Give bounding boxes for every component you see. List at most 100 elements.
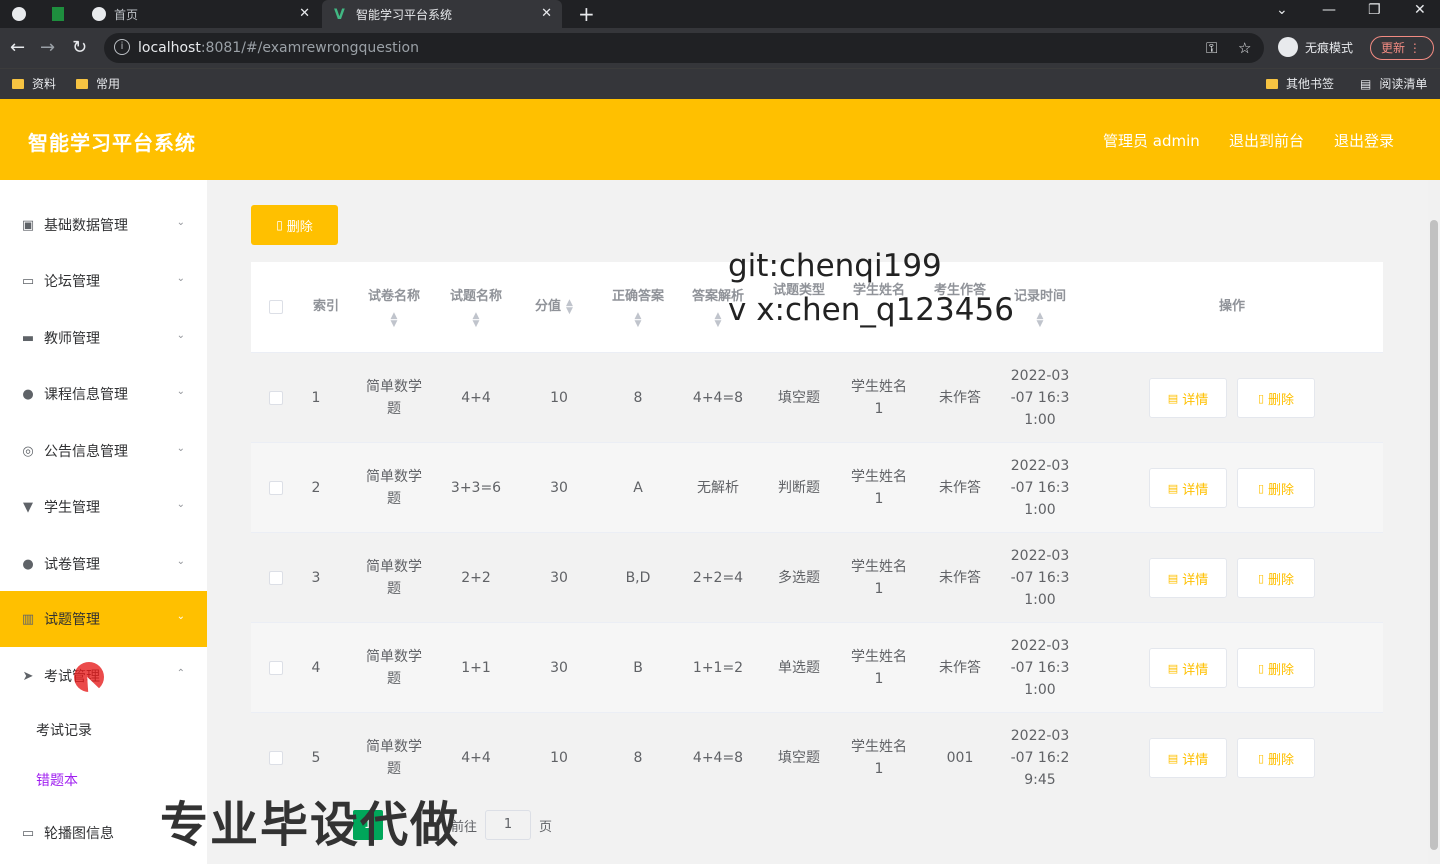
bookmark-folder[interactable]: 常用 bbox=[76, 75, 120, 92]
cell-analysis: 4+4=8 bbox=[692, 390, 744, 406]
th-answer[interactable]: 正确答案 ▲ ▼ bbox=[598, 262, 678, 352]
page-scrollbar[interactable] bbox=[1428, 180, 1440, 864]
cell-answer: 8 bbox=[633, 390, 643, 406]
cell-student: 学生姓名1 bbox=[851, 469, 907, 507]
close-tab-icon[interactable]: ✕ bbox=[299, 6, 310, 21]
delete-button[interactable]: ▯ 删除 bbox=[1237, 738, 1315, 778]
row-checkbox[interactable] bbox=[269, 751, 283, 765]
url-text[interactable]: localhost:8081/#/examrewrongquestion bbox=[138, 40, 419, 56]
bookmark-folder[interactable]: 资料 bbox=[12, 75, 56, 92]
table-row: 4 简单数学题 1+1 30 B 1+1=2 单选题 学生姓名1 未作答 202… bbox=[251, 622, 1383, 712]
image-icon: ▭ bbox=[21, 825, 35, 841]
tab-app[interactable]: V 智能学习平台系统 ✕ bbox=[322, 0, 562, 28]
sidebar-item-questions[interactable]: ▥ 试题管理 ⌄ bbox=[0, 591, 207, 647]
sort-icon: ▲ ▼ bbox=[390, 311, 398, 329]
reload-icon[interactable]: ↻ bbox=[72, 37, 87, 58]
delete-button[interactable]: ▯ 删除 bbox=[1237, 378, 1315, 418]
key-icon[interactable]: ⚿ bbox=[1206, 39, 1217, 57]
batch-delete-button[interactable]: ▯ 删除 bbox=[251, 205, 338, 245]
cell-analysis: 1+1=2 bbox=[692, 660, 744, 676]
folder-icon bbox=[76, 78, 88, 89]
cell-score: 10 bbox=[550, 390, 568, 406]
incognito-indicator[interactable]: 无痕模式 bbox=[1278, 37, 1353, 57]
tab-app-label: 智能学习平台系统 bbox=[356, 7, 453, 22]
pagination: 1 前往 1 页 bbox=[353, 810, 552, 840]
cell-response: 001 bbox=[946, 750, 974, 766]
document-icon: ▤ bbox=[1167, 571, 1179, 585]
browser-menu-icon[interactable] bbox=[0, 0, 40, 28]
cell-time: 2022-03-07 16:31:00 bbox=[1010, 368, 1070, 428]
tab-home[interactable]: 首页 ✕ bbox=[80, 0, 320, 28]
cell-student: 学生姓名1 bbox=[851, 649, 907, 687]
th-index: 索引 bbox=[312, 299, 339, 314]
row-checkbox[interactable] bbox=[269, 571, 283, 585]
sidebar-item-notices[interactable]: ◎ 公告信息管理 ⌄ bbox=[0, 423, 207, 479]
folder-icon bbox=[12, 78, 24, 89]
detail-button[interactable]: ▤ 详情 bbox=[1149, 738, 1227, 778]
sort-icon: ▲ ▼ bbox=[634, 311, 642, 329]
forward-icon[interactable]: → bbox=[40, 37, 55, 58]
new-tab-button[interactable]: + bbox=[578, 2, 595, 26]
row-checkbox[interactable] bbox=[269, 481, 283, 495]
trash-icon: ▯ bbox=[1257, 661, 1265, 675]
info-icon[interactable]: i bbox=[114, 39, 130, 55]
select-all-checkbox[interactable] bbox=[269, 300, 283, 314]
document-icon: ▤ bbox=[1167, 481, 1179, 495]
cell-student: 学生姓名1 bbox=[851, 739, 907, 777]
user-icon: ● bbox=[22, 386, 34, 402]
cell-response: 未作答 bbox=[939, 570, 981, 586]
detail-button[interactable]: ▤ 详情 bbox=[1149, 468, 1227, 508]
trash-icon: ▯ bbox=[276, 218, 283, 232]
reading-list[interactable]: ▤ 阅读清单 bbox=[1360, 75, 1427, 92]
delete-button[interactable]: ▯ 删除 bbox=[1237, 468, 1315, 508]
th-question[interactable]: 试题名称 ▲ ▼ bbox=[436, 262, 516, 352]
incognito-label: 无痕模式 bbox=[1305, 40, 1354, 55]
other-bookmarks[interactable]: 其他书签 bbox=[1266, 75, 1334, 92]
sub-item-wrong-questions[interactable]: 错题本 bbox=[36, 770, 78, 790]
detail-button[interactable]: ▤ 详情 bbox=[1149, 558, 1227, 598]
address-bar[interactable]: i localhost:8081/#/examrewrongquestion ⚿… bbox=[104, 33, 1264, 63]
sub-item-exam-records[interactable]: 考试记录 bbox=[36, 720, 92, 740]
minimize-button[interactable]: — bbox=[1322, 2, 1336, 18]
chevron-down-icon: ⌄ bbox=[176, 556, 185, 567]
restore-button[interactable]: ❐ bbox=[1368, 2, 1381, 18]
app-title: 智能学习平台系统 bbox=[28, 131, 196, 155]
back-icon[interactable]: ← bbox=[10, 37, 25, 58]
th-score[interactable]: 分值 ▲ ▼ bbox=[519, 262, 589, 352]
cell-type: 单选题 bbox=[778, 660, 820, 676]
delete-button[interactable]: ▯ 删除 bbox=[1237, 648, 1315, 688]
cell-paper: 简单数学题 bbox=[366, 649, 422, 687]
logout-link[interactable]: 退出登录 bbox=[1334, 130, 1394, 151]
th-paper[interactable]: 试卷名称 ▲ ▼ bbox=[354, 262, 434, 352]
sidebar-item-forum[interactable]: ▭ 论坛管理 ⌄ bbox=[0, 253, 207, 309]
to-front-link[interactable]: 退出到前台 bbox=[1229, 130, 1304, 151]
detail-button[interactable]: ▤ 详情 bbox=[1149, 648, 1227, 688]
chevron-down-icon: ⌄ bbox=[176, 330, 185, 341]
row-checkbox[interactable] bbox=[269, 661, 283, 675]
pinned-tab-icon[interactable] bbox=[44, 0, 72, 28]
close-window-button[interactable]: ✕ bbox=[1414, 2, 1426, 18]
cell-index: 1 bbox=[311, 390, 321, 406]
row-checkbox[interactable] bbox=[269, 391, 283, 405]
sidebar-item-basic-data[interactable]: ▣ 基础数据管理 ⌄ bbox=[0, 197, 207, 253]
sidebar-item-label: 课程信息管理 bbox=[44, 387, 128, 403]
scrollbar-thumb[interactable] bbox=[1430, 220, 1438, 850]
delete-button[interactable]: ▯ 删除 bbox=[1237, 558, 1315, 598]
cell-score: 30 bbox=[550, 480, 568, 496]
star-icon[interactable]: ☆ bbox=[1238, 39, 1251, 57]
document-icon: ▤ bbox=[1167, 661, 1179, 675]
update-button[interactable]: 更新 ⋮ bbox=[1370, 36, 1434, 60]
goto-page-input[interactable]: 1 bbox=[485, 810, 532, 840]
sidebar-item-courses[interactable]: ● 课程信息管理 ⌄ bbox=[0, 366, 207, 422]
sidebar-item-teachers[interactable]: ▬ 教师管理 ⌄ bbox=[0, 310, 207, 366]
detail-button[interactable]: ▤ 详情 bbox=[1149, 378, 1227, 418]
close-tab-icon[interactable]: ✕ bbox=[541, 6, 552, 21]
sidebar-item-label: 试卷管理 bbox=[44, 557, 100, 573]
tab-search-icon[interactable]: ⌄ bbox=[1276, 2, 1288, 18]
cell-time: 2022-03-07 16:29:45 bbox=[1010, 728, 1070, 788]
sidebar-item-students[interactable]: ▼ 学生管理 ⌄ bbox=[0, 479, 207, 535]
cell-index: 2 bbox=[311, 480, 321, 496]
chevron-up-icon: ⌃ bbox=[176, 668, 185, 679]
sidebar-item-papers[interactable]: ● 试卷管理 ⌄ bbox=[0, 536, 207, 592]
cell-response: 未作答 bbox=[939, 480, 981, 496]
